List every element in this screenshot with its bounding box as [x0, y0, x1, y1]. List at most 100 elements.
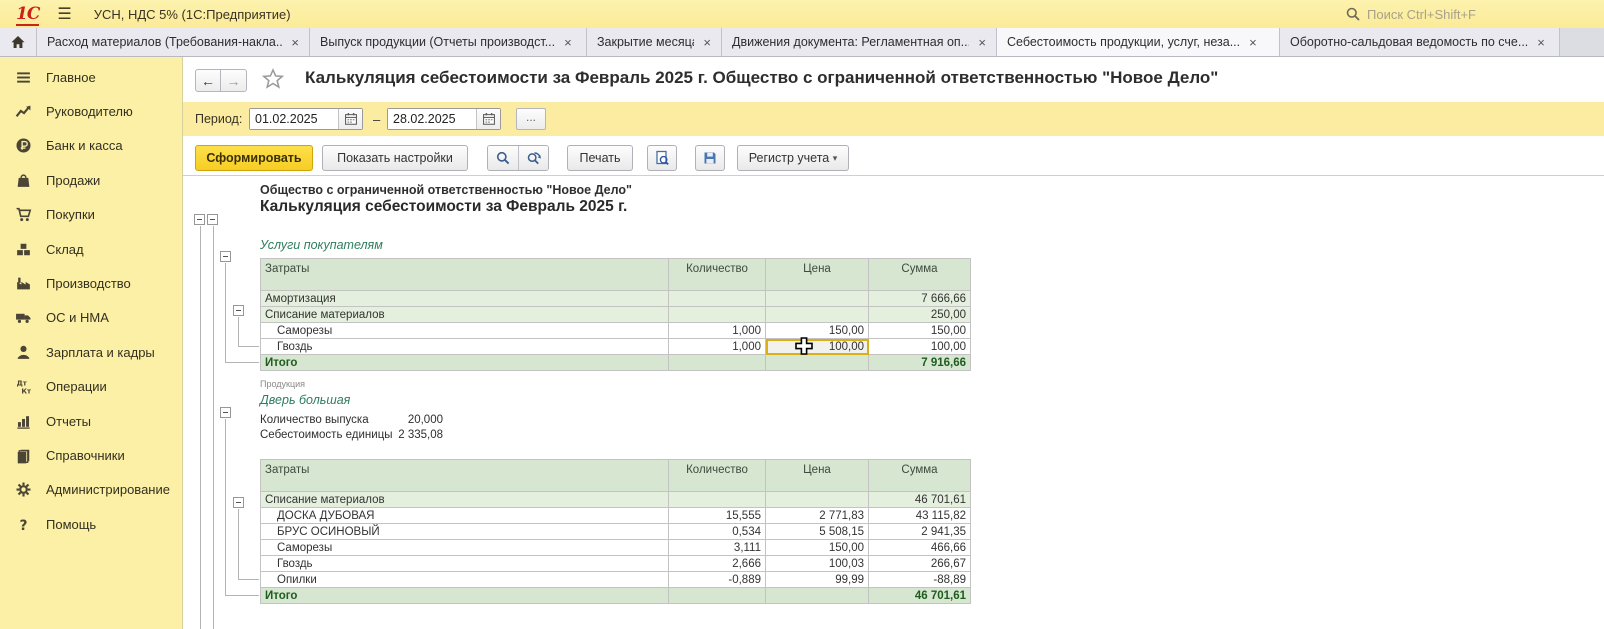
- qty-cell[interactable]: [669, 588, 766, 604]
- tab-vypusk-produkcii[interactable]: Выпуск продукции (Отчеты производст... ×: [310, 28, 587, 56]
- price-cell[interactable]: 100,03: [766, 556, 869, 572]
- period-from-input[interactable]: [250, 109, 338, 129]
- cost-name-cell[interactable]: Саморезы: [261, 540, 669, 556]
- find-button[interactable]: [488, 146, 518, 170]
- favorite-star-icon[interactable]: [262, 68, 284, 90]
- generate-button[interactable]: Сформировать: [195, 145, 313, 171]
- close-icon[interactable]: ×: [978, 36, 986, 49]
- sidebar-item-zarplata-i-kadry[interactable]: Зарплата и кадры: [0, 335, 182, 369]
- find-next-button[interactable]: [518, 146, 548, 170]
- close-icon[interactable]: ×: [564, 36, 572, 49]
- col-header-zatraty[interactable]: Затраты: [261, 460, 669, 492]
- qty-cell[interactable]: 1,000: [669, 339, 766, 355]
- show-settings-button[interactable]: Показать настройки: [322, 145, 468, 171]
- period-more-button[interactable]: ...: [516, 108, 546, 130]
- price-cell[interactable]: 150,00: [766, 323, 869, 339]
- save-button[interactable]: [695, 145, 725, 171]
- price-cell[interactable]: 5 508,15: [766, 524, 869, 540]
- sidebar-item-rukovoditelyu[interactable]: Руководителю: [0, 94, 182, 128]
- tab-zakrytie-mesyaca[interactable]: Закрытие месяца ×: [587, 28, 722, 56]
- calendar-button[interactable]: [476, 109, 500, 129]
- price-cell[interactable]: 99,99: [766, 572, 869, 588]
- collapse-button[interactable]: [207, 214, 218, 225]
- close-icon[interactable]: ×: [291, 36, 299, 49]
- col-header-kolichestvo[interactable]: Количество: [669, 259, 766, 291]
- sum-cell[interactable]: 46 701,61: [869, 492, 971, 508]
- main-menu-icon[interactable]: ☰: [57, 4, 71, 24]
- sidebar-item-operacii[interactable]: Операции: [0, 370, 182, 404]
- print-button[interactable]: Печать: [567, 145, 633, 171]
- home-tab[interactable]: [0, 28, 37, 56]
- close-icon[interactable]: ×: [1537, 36, 1545, 49]
- qty-cell[interactable]: [669, 291, 766, 307]
- sidebar-item-bank-i-kassa[interactable]: Банк и касса: [0, 129, 182, 163]
- cost-name-cell[interactable]: БРУС ОСИНОВЫЙ: [261, 524, 669, 540]
- cost-name-cell[interactable]: Опилки: [261, 572, 669, 588]
- collapse-button[interactable]: [220, 407, 231, 418]
- price-cell[interactable]: [766, 588, 869, 604]
- cost-name-cell[interactable]: ДОСКА ДУБОВАЯ: [261, 508, 669, 524]
- sidebar-item-glavnoe[interactable]: Главное: [0, 60, 182, 94]
- sidebar-item-proizvodstvo[interactable]: Производство: [0, 266, 182, 300]
- tab-rashod-materialov[interactable]: Расход материалов (Требования-накла... ×: [37, 28, 310, 56]
- col-header-cena[interactable]: Цена: [766, 460, 869, 492]
- col-header-cena[interactable]: Цена: [766, 259, 869, 291]
- sidebar-item-sklad[interactable]: Склад: [0, 232, 182, 266]
- sum-cell[interactable]: 2 941,35: [869, 524, 971, 540]
- col-header-kolichestvo[interactable]: Количество: [669, 460, 766, 492]
- sum-cell[interactable]: 7 666,66: [869, 291, 971, 307]
- sidebar-item-pomosch[interactable]: Помощь: [0, 507, 182, 541]
- price-cell[interactable]: [766, 307, 869, 323]
- sum-cell[interactable]: 7 916,66: [869, 355, 971, 371]
- qty-cell[interactable]: -0,889: [669, 572, 766, 588]
- price-cell[interactable]: 2 771,83: [766, 508, 869, 524]
- selected-price-cell[interactable]: 100,00: [766, 339, 869, 355]
- qty-cell[interactable]: 0,534: [669, 524, 766, 540]
- collapse-button[interactable]: [233, 497, 244, 508]
- sum-cell[interactable]: 100,00: [869, 339, 971, 355]
- cost-name-cell[interactable]: Списание материалов: [261, 307, 669, 323]
- cost-name-cell[interactable]: Списание материалов: [261, 492, 669, 508]
- col-header-summa[interactable]: Сумма: [869, 259, 971, 291]
- sum-cell[interactable]: 150,00: [869, 323, 971, 339]
- tab-sebestoimost-produkcii[interactable]: Себестоимость продукции, услуг, неза... …: [997, 28, 1280, 56]
- sum-cell[interactable]: 43 115,82: [869, 508, 971, 524]
- price-cell[interactable]: [766, 492, 869, 508]
- sum-cell[interactable]: 466,66: [869, 540, 971, 556]
- cost-name-cell[interactable]: Амортизация: [261, 291, 669, 307]
- register-menu-button[interactable]: Регистр учета ▾: [737, 145, 849, 171]
- cost-name-cell[interactable]: Саморезы: [261, 323, 669, 339]
- collapse-button[interactable]: [194, 214, 205, 225]
- price-cell[interactable]: [766, 291, 869, 307]
- cost-name-cell[interactable]: Гвоздь: [261, 339, 669, 355]
- qty-cell[interactable]: 1,000: [669, 323, 766, 339]
- col-header-summa[interactable]: Сумма: [869, 460, 971, 492]
- sidebar-item-spravochniki[interactable]: Справочники: [0, 438, 182, 472]
- price-cell[interactable]: [766, 355, 869, 371]
- back-button[interactable]: ←: [195, 69, 221, 92]
- period-to-input[interactable]: [388, 109, 476, 129]
- qty-cell[interactable]: 3,111: [669, 540, 766, 556]
- qty-cell[interactable]: [669, 355, 766, 371]
- sidebar-item-otchety[interactable]: Отчеты: [0, 404, 182, 438]
- qty-cell[interactable]: 2,666: [669, 556, 766, 572]
- close-icon[interactable]: ×: [703, 36, 711, 49]
- sidebar-item-prodazhi[interactable]: Продажи: [0, 163, 182, 197]
- sidebar-item-administrirovanie[interactable]: Администрирование: [0, 473, 182, 507]
- sum-cell[interactable]: -88,89: [869, 572, 971, 588]
- tab-oborotno-saldovaya[interactable]: Оборотно-сальдовая ведомость по сче... ×: [1280, 28, 1560, 56]
- qty-cell[interactable]: [669, 492, 766, 508]
- collapse-button[interactable]: [233, 305, 244, 316]
- total-label-cell[interactable]: Итого: [261, 355, 669, 371]
- price-cell[interactable]: 150,00: [766, 540, 869, 556]
- calendar-button[interactable]: [338, 109, 362, 129]
- forward-button[interactable]: →: [221, 69, 247, 92]
- print-preview-button[interactable]: [647, 145, 677, 171]
- sum-cell[interactable]: 46 701,61: [869, 588, 971, 604]
- sum-cell[interactable]: 250,00: [869, 307, 971, 323]
- sidebar-item-pokupki[interactable]: Покупки: [0, 198, 182, 232]
- info-value[interactable]: 2 335,08: [398, 429, 443, 441]
- info-value[interactable]: 20,000: [408, 414, 443, 426]
- total-label-cell[interactable]: Итого: [261, 588, 669, 604]
- cost-name-cell[interactable]: Гвоздь: [261, 556, 669, 572]
